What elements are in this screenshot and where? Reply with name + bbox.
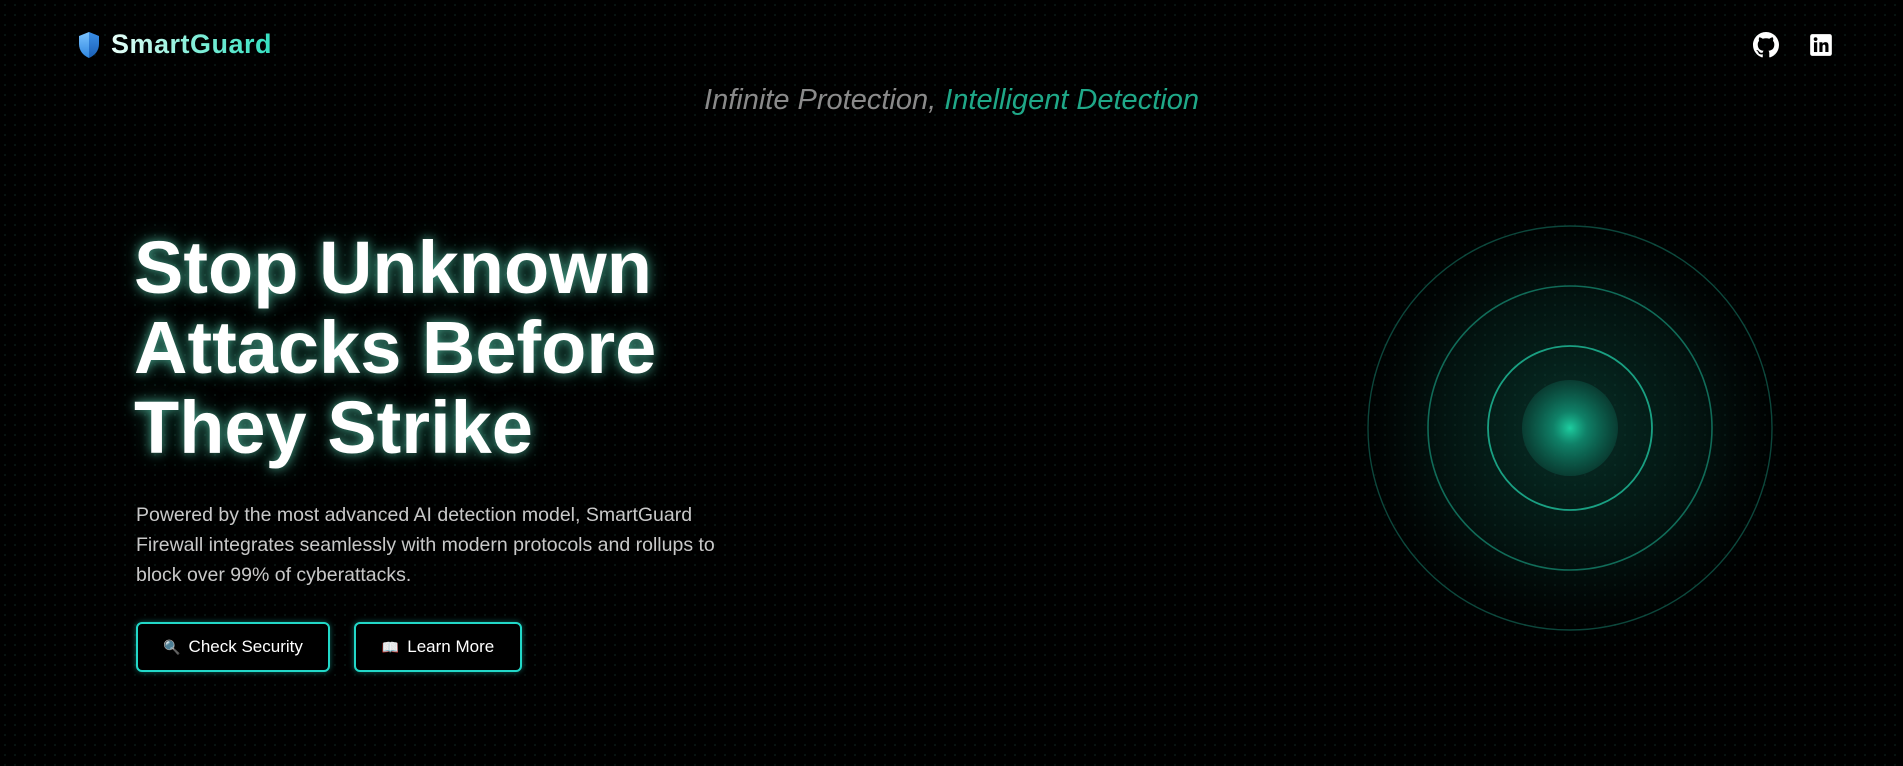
radar-visual: [1330, 188, 1810, 668]
hero-title-line: They Strike: [134, 386, 533, 469]
landing-page: SmartGuard Infinite Protection, Intellig…: [0, 0, 1903, 766]
linkedin-link[interactable]: [1808, 32, 1834, 58]
book-icon: 📖: [381, 639, 400, 655]
brand-name: SmartGuard: [111, 29, 273, 59]
learn-more-label: Learn More: [407, 637, 495, 656]
github-icon: [1753, 32, 1779, 58]
site-header: SmartGuard: [0, 0, 1903, 90]
brand-logo-link[interactable]: SmartGuard: [77, 29, 272, 60]
magnifier-icon: 🔍: [163, 639, 181, 655]
tagline: Infinite Protection, Intelligent Detecti…: [0, 84, 1903, 117]
tagline-lead: Infinite Protection,: [704, 84, 945, 116]
github-link[interactable]: [1753, 32, 1779, 58]
linkedin-icon: [1810, 34, 1832, 56]
hero-description: Powered by the most advanced AI detectio…: [136, 504, 715, 586]
hero-title-line: Attacks Before: [134, 306, 657, 389]
learn-more-button[interactable]: 📖 Learn More: [354, 622, 522, 672]
tagline-accent: Intelligent Detection: [944, 84, 1199, 116]
shield-icon: [79, 31, 99, 58]
radar-graphic: [1330, 188, 1810, 668]
hero-title: Stop Unknown Attacks Before They Strike: [134, 228, 834, 468]
check-security-label: Check Security: [188, 637, 303, 656]
radar-core: [1522, 380, 1618, 476]
check-security-button[interactable]: 🔍 Check Security: [136, 622, 330, 672]
hero-title-line: Stop Unknown: [134, 226, 652, 309]
